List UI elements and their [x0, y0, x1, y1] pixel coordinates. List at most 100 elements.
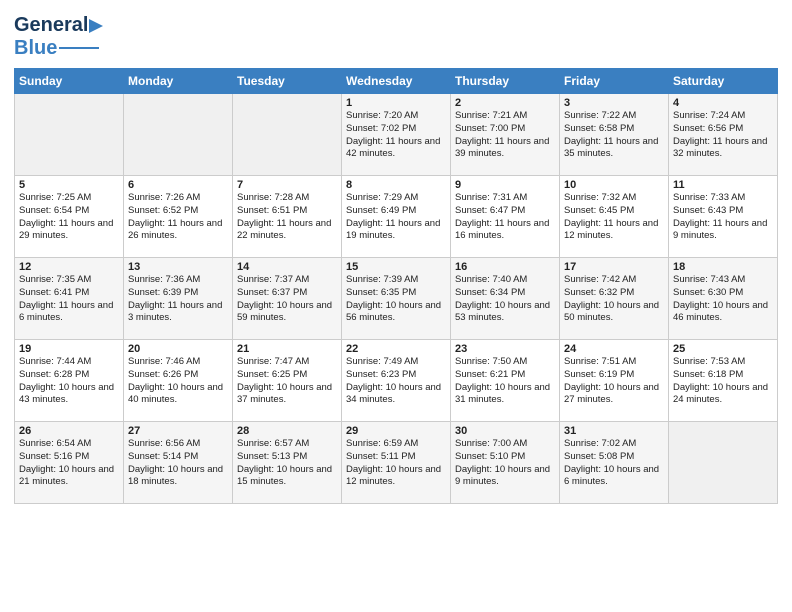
- weekday-header-sunday: Sunday: [15, 69, 124, 94]
- weekday-header-row: SundayMondayTuesdayWednesdayThursdayFrid…: [15, 69, 778, 94]
- day-number: 3: [564, 97, 664, 109]
- cell-info: Sunset: 6:18 PM: [673, 369, 773, 382]
- calendar-cell: 9Sunrise: 7:31 AMSunset: 6:47 PMDaylight…: [451, 176, 560, 258]
- logo: General Blue: [14, 14, 103, 60]
- cell-info: Sunrise: 7:32 AM: [564, 192, 664, 205]
- day-number: 20: [128, 343, 228, 355]
- calendar-cell: 28Sunrise: 6:57 AMSunset: 5:13 PMDayligh…: [233, 422, 342, 504]
- logo-line: [59, 47, 99, 49]
- day-number: 8: [346, 179, 446, 191]
- weekday-header-monday: Monday: [124, 69, 233, 94]
- cell-info: Daylight: 10 hours and 6 minutes.: [564, 464, 664, 490]
- cell-info: Sunrise: 7:24 AM: [673, 110, 773, 123]
- cell-info: Sunset: 6:37 PM: [237, 287, 337, 300]
- page-container: General Blue SundayMondayTuesdayWednesda…: [0, 0, 792, 514]
- cell-info: Sunrise: 7:36 AM: [128, 274, 228, 287]
- cell-info: Sunset: 5:11 PM: [346, 451, 446, 464]
- day-number: 29: [346, 425, 446, 437]
- cell-info: Sunset: 6:34 PM: [455, 287, 555, 300]
- cell-info: Daylight: 11 hours and 9 minutes.: [673, 218, 773, 244]
- cell-info: Sunset: 6:35 PM: [346, 287, 446, 300]
- weekday-header-saturday: Saturday: [669, 69, 778, 94]
- day-number: 22: [346, 343, 446, 355]
- day-number: 16: [455, 261, 555, 273]
- calendar-cell: 12Sunrise: 7:35 AMSunset: 6:41 PMDayligh…: [15, 258, 124, 340]
- cell-info: Sunrise: 7:44 AM: [19, 356, 119, 369]
- cell-info: Sunset: 6:19 PM: [564, 369, 664, 382]
- cell-info: Sunset: 6:28 PM: [19, 369, 119, 382]
- cell-info: Sunset: 6:52 PM: [128, 205, 228, 218]
- cell-info: Sunrise: 7:26 AM: [128, 192, 228, 205]
- cell-info: Sunset: 5:13 PM: [237, 451, 337, 464]
- calendar-week-2: 5Sunrise: 7:25 AMSunset: 6:54 PMDaylight…: [15, 176, 778, 258]
- calendar-cell: 2Sunrise: 7:21 AMSunset: 7:00 PMDaylight…: [451, 94, 560, 176]
- day-number: 15: [346, 261, 446, 273]
- cell-info: Daylight: 11 hours and 3 minutes.: [128, 300, 228, 326]
- header: General Blue: [14, 10, 778, 60]
- day-number: 26: [19, 425, 119, 437]
- logo-blue-text: Blue: [14, 37, 57, 60]
- calendar-cell: 6Sunrise: 7:26 AMSunset: 6:52 PMDaylight…: [124, 176, 233, 258]
- cell-info: Daylight: 10 hours and 53 minutes.: [455, 300, 555, 326]
- cell-info: Sunset: 6:43 PM: [673, 205, 773, 218]
- weekday-header-wednesday: Wednesday: [342, 69, 451, 94]
- cell-info: Sunrise: 7:25 AM: [19, 192, 119, 205]
- cell-info: Daylight: 10 hours and 34 minutes.: [346, 382, 446, 408]
- calendar-cell: 11Sunrise: 7:33 AMSunset: 6:43 PMDayligh…: [669, 176, 778, 258]
- calendar-cell: 31Sunrise: 7:02 AMSunset: 5:08 PMDayligh…: [560, 422, 669, 504]
- day-number: 31: [564, 425, 664, 437]
- cell-info: Sunset: 6:26 PM: [128, 369, 228, 382]
- calendar-cell: 10Sunrise: 7:32 AMSunset: 6:45 PMDayligh…: [560, 176, 669, 258]
- day-number: 12: [19, 261, 119, 273]
- cell-info: Daylight: 11 hours and 16 minutes.: [455, 218, 555, 244]
- calendar-cell: 25Sunrise: 7:53 AMSunset: 6:18 PMDayligh…: [669, 340, 778, 422]
- calendar-cell: [124, 94, 233, 176]
- cell-info: Daylight: 11 hours and 22 minutes.: [237, 218, 337, 244]
- day-number: 2: [455, 97, 555, 109]
- cell-info: Sunrise: 7:42 AM: [564, 274, 664, 287]
- cell-info: Sunrise: 7:39 AM: [346, 274, 446, 287]
- day-number: 27: [128, 425, 228, 437]
- day-number: 4: [673, 97, 773, 109]
- cell-info: Daylight: 10 hours and 31 minutes.: [455, 382, 555, 408]
- cell-info: Sunrise: 7:37 AM: [237, 274, 337, 287]
- cell-info: Sunrise: 6:57 AM: [237, 438, 337, 451]
- day-number: 18: [673, 261, 773, 273]
- day-number: 14: [237, 261, 337, 273]
- cell-info: Daylight: 10 hours and 24 minutes.: [673, 382, 773, 408]
- cell-info: Sunrise: 7:21 AM: [455, 110, 555, 123]
- day-number: 9: [455, 179, 555, 191]
- cell-info: Sunset: 5:14 PM: [128, 451, 228, 464]
- cell-info: Sunset: 6:25 PM: [237, 369, 337, 382]
- cell-info: Sunset: 5:10 PM: [455, 451, 555, 464]
- day-number: 19: [19, 343, 119, 355]
- cell-info: Sunset: 6:51 PM: [237, 205, 337, 218]
- cell-info: Sunrise: 7:47 AM: [237, 356, 337, 369]
- calendar-cell: 22Sunrise: 7:49 AMSunset: 6:23 PMDayligh…: [342, 340, 451, 422]
- cell-info: Daylight: 10 hours and 15 minutes.: [237, 464, 337, 490]
- cell-info: Sunset: 6:39 PM: [128, 287, 228, 300]
- calendar-cell: 23Sunrise: 7:50 AMSunset: 6:21 PMDayligh…: [451, 340, 560, 422]
- cell-info: Sunset: 6:41 PM: [19, 287, 119, 300]
- cell-info: Daylight: 11 hours and 12 minutes.: [564, 218, 664, 244]
- calendar-cell: 24Sunrise: 7:51 AMSunset: 6:19 PMDayligh…: [560, 340, 669, 422]
- cell-info: Sunset: 6:45 PM: [564, 205, 664, 218]
- day-number: 1: [346, 97, 446, 109]
- cell-info: Daylight: 10 hours and 37 minutes.: [237, 382, 337, 408]
- calendar-cell: 15Sunrise: 7:39 AMSunset: 6:35 PMDayligh…: [342, 258, 451, 340]
- cell-info: Sunrise: 7:28 AM: [237, 192, 337, 205]
- cell-info: Daylight: 11 hours and 32 minutes.: [673, 136, 773, 162]
- cell-info: Sunset: 6:32 PM: [564, 287, 664, 300]
- cell-info: Daylight: 11 hours and 6 minutes.: [19, 300, 119, 326]
- calendar-cell: 4Sunrise: 7:24 AMSunset: 6:56 PMDaylight…: [669, 94, 778, 176]
- cell-info: Daylight: 10 hours and 43 minutes.: [19, 382, 119, 408]
- weekday-header-friday: Friday: [560, 69, 669, 94]
- cell-info: Sunset: 6:49 PM: [346, 205, 446, 218]
- cell-info: Daylight: 11 hours and 42 minutes.: [346, 136, 446, 162]
- cell-info: Daylight: 10 hours and 27 minutes.: [564, 382, 664, 408]
- calendar-table: SundayMondayTuesdayWednesdayThursdayFrid…: [14, 68, 778, 504]
- cell-info: Sunrise: 7:22 AM: [564, 110, 664, 123]
- calendar-week-3: 12Sunrise: 7:35 AMSunset: 6:41 PMDayligh…: [15, 258, 778, 340]
- cell-info: Sunrise: 7:33 AM: [673, 192, 773, 205]
- calendar-cell: 30Sunrise: 7:00 AMSunset: 5:10 PMDayligh…: [451, 422, 560, 504]
